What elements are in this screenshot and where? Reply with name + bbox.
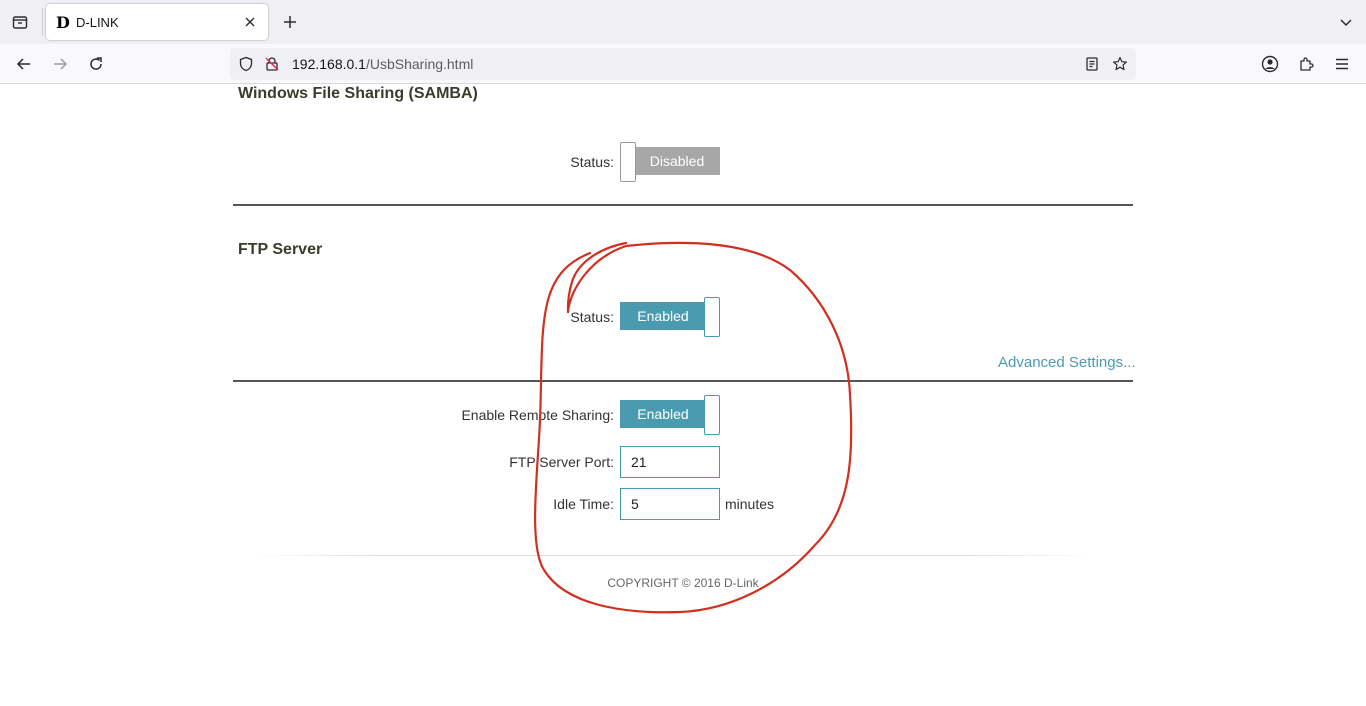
bookmark-star-icon[interactable]: [1112, 56, 1128, 72]
toggle-knob: [704, 297, 720, 337]
back-arrow-icon[interactable]: [12, 52, 36, 76]
tab-dlink[interactable]: D D-LINK: [46, 4, 268, 40]
page-content: Windows File Sharing (SAMBA) Status: Dis…: [0, 85, 1366, 706]
advanced-settings-link[interactable]: Advanced Settings...: [998, 354, 1136, 371]
copyright-text: COPYRIGHT © 2016 D-Link: [607, 576, 759, 590]
reader-view-icon[interactable]: [1084, 56, 1100, 72]
close-tab-icon[interactable]: [240, 12, 260, 32]
samba-status-value: Disabled: [634, 147, 720, 175]
new-tab-icon[interactable]: [278, 10, 302, 34]
toggle-knob: [620, 142, 636, 182]
tab-divider: [42, 8, 43, 36]
idle-time-unit: minutes: [725, 496, 775, 512]
list-tabs-chevron-down-icon[interactable]: [1334, 10, 1358, 34]
firefox-view-icon[interactable]: [8, 10, 32, 34]
ftp-port-label: FTP Server Port:: [509, 454, 614, 470]
shield-icon[interactable]: [238, 56, 254, 72]
menu-hamburger-icon[interactable]: [1330, 52, 1354, 76]
samba-section-title: Windows File Sharing (SAMBA): [238, 85, 478, 102]
idle-time-input[interactable]: 5: [620, 488, 720, 520]
url-bar[interactable]: 192.168.0.1/UsbSharing.html: [230, 48, 1136, 80]
section-divider: [233, 204, 1133, 206]
footer-divider: [253, 555, 1093, 556]
url-host: 192.168.0.1: [292, 56, 366, 72]
toggle-knob: [704, 395, 720, 435]
url-path: /UsbSharing.html: [365, 56, 474, 72]
remote-sharing-toggle[interactable]: Enabled: [620, 395, 720, 435]
tab-bar: D D-LINK: [0, 0, 1366, 44]
samba-status-label: Status:: [570, 154, 614, 170]
ftp-status-value: Enabled: [620, 302, 706, 330]
dlink-favicon-icon: D: [56, 13, 70, 32]
url-text[interactable]: 192.168.0.1/UsbSharing.html: [292, 56, 473, 72]
tab-title: D-LINK: [76, 15, 119, 30]
extensions-puzzle-icon[interactable]: [1294, 52, 1318, 76]
idle-time-label: Idle Time:: [553, 496, 614, 512]
remote-sharing-label: Enable Remote Sharing:: [461, 407, 614, 423]
forward-arrow-icon[interactable]: [48, 52, 72, 76]
insecure-lock-icon[interactable]: [264, 56, 280, 72]
ftp-port-input[interactable]: 21: [620, 446, 720, 478]
ftp-section-title: FTP Server: [238, 241, 323, 258]
ftp-status-label: Status:: [570, 309, 614, 325]
account-icon[interactable]: [1258, 52, 1282, 76]
navigation-toolbar: 192.168.0.1/UsbSharing.html: [0, 44, 1366, 84]
samba-status-toggle[interactable]: Disabled: [620, 142, 720, 182]
ftp-status-toggle[interactable]: Enabled: [620, 297, 720, 337]
reload-icon[interactable]: [84, 52, 108, 76]
remote-sharing-value: Enabled: [620, 400, 706, 428]
section-divider: [233, 380, 1133, 382]
